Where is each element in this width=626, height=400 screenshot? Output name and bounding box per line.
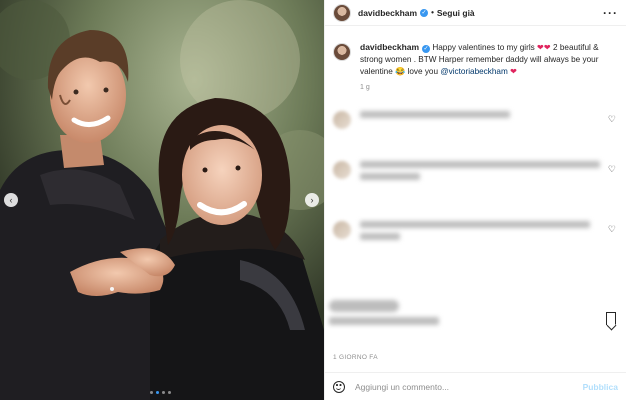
- commenter-avatar[interactable]: [333, 221, 351, 239]
- header-separator: •: [431, 8, 434, 17]
- carousel-dot-active: [156, 391, 159, 394]
- post-photo[interactable]: ‹ ›: [0, 0, 324, 400]
- verified-badge-icon: ✓: [422, 45, 431, 53]
- caption-text-part3: love you: [407, 67, 439, 76]
- caption-username[interactable]: davidbeckham: [360, 42, 419, 52]
- avatar[interactable]: [333, 3, 351, 22]
- commenter-avatar[interactable]: [333, 111, 351, 129]
- caption-text-part1: Happy valentines to my girls: [432, 43, 535, 52]
- caption-text: davidbeckham ✓ Happy valentines to my gir…: [360, 41, 618, 78]
- carousel-indicator: [150, 391, 171, 394]
- caption-avatar[interactable]: [333, 43, 351, 61]
- laugh-emoji: 😂: [395, 67, 406, 76]
- emoji-icon[interactable]: [333, 380, 345, 393]
- chevron-left-icon[interactable]: ‹: [4, 193, 18, 207]
- post-comment-button[interactable]: Pubblica: [583, 382, 618, 392]
- add-comment-bar: Pubblica: [325, 372, 626, 400]
- instagram-post: ‹ › davidbeckham ✓ • Segui già ··· david…: [0, 0, 626, 400]
- post-caption: davidbeckham ✓ Happy valentines to my gir…: [333, 41, 618, 78]
- comment-blurred: ♡: [333, 221, 618, 257]
- comment-blurred: ♡: [333, 161, 618, 197]
- heart-icon[interactable]: ♡: [608, 164, 616, 175]
- post-header: davidbeckham ✓ • Segui già ···: [325, 0, 626, 26]
- comment-blurred: ♡: [333, 111, 618, 147]
- bookmark-icon[interactable]: [606, 312, 616, 325]
- carousel-dot: [162, 391, 165, 394]
- heart-icon[interactable]: ♡: [608, 224, 616, 235]
- comment-input[interactable]: [355, 381, 555, 392]
- more-horizontal-icon[interactable]: ···: [603, 6, 618, 20]
- chevron-right-icon[interactable]: ›: [305, 193, 319, 207]
- verified-badge-icon: ✓: [420, 8, 429, 17]
- post-side-panel: davidbeckham ✓ • Segui già ··· davidbeck…: [324, 0, 626, 400]
- carousel-dot: [168, 391, 171, 394]
- carousel-dot: [150, 391, 153, 394]
- commenter-avatar[interactable]: [333, 161, 351, 179]
- mention-link[interactable]: @victoriabeckham: [440, 67, 507, 76]
- hearts-emoji: ❤❤: [537, 43, 551, 52]
- post-actions: [325, 300, 626, 340]
- heart-icon[interactable]: ♡: [608, 114, 616, 125]
- following-button[interactable]: Segui già: [437, 8, 475, 18]
- header-username[interactable]: davidbeckham: [358, 8, 417, 18]
- post-date: 1 GIORNO FA: [333, 354, 378, 361]
- caption-time: 1 g: [360, 84, 370, 91]
- heart-emoji: ❤: [510, 67, 517, 76]
- photo-couple-image: [0, 0, 324, 400]
